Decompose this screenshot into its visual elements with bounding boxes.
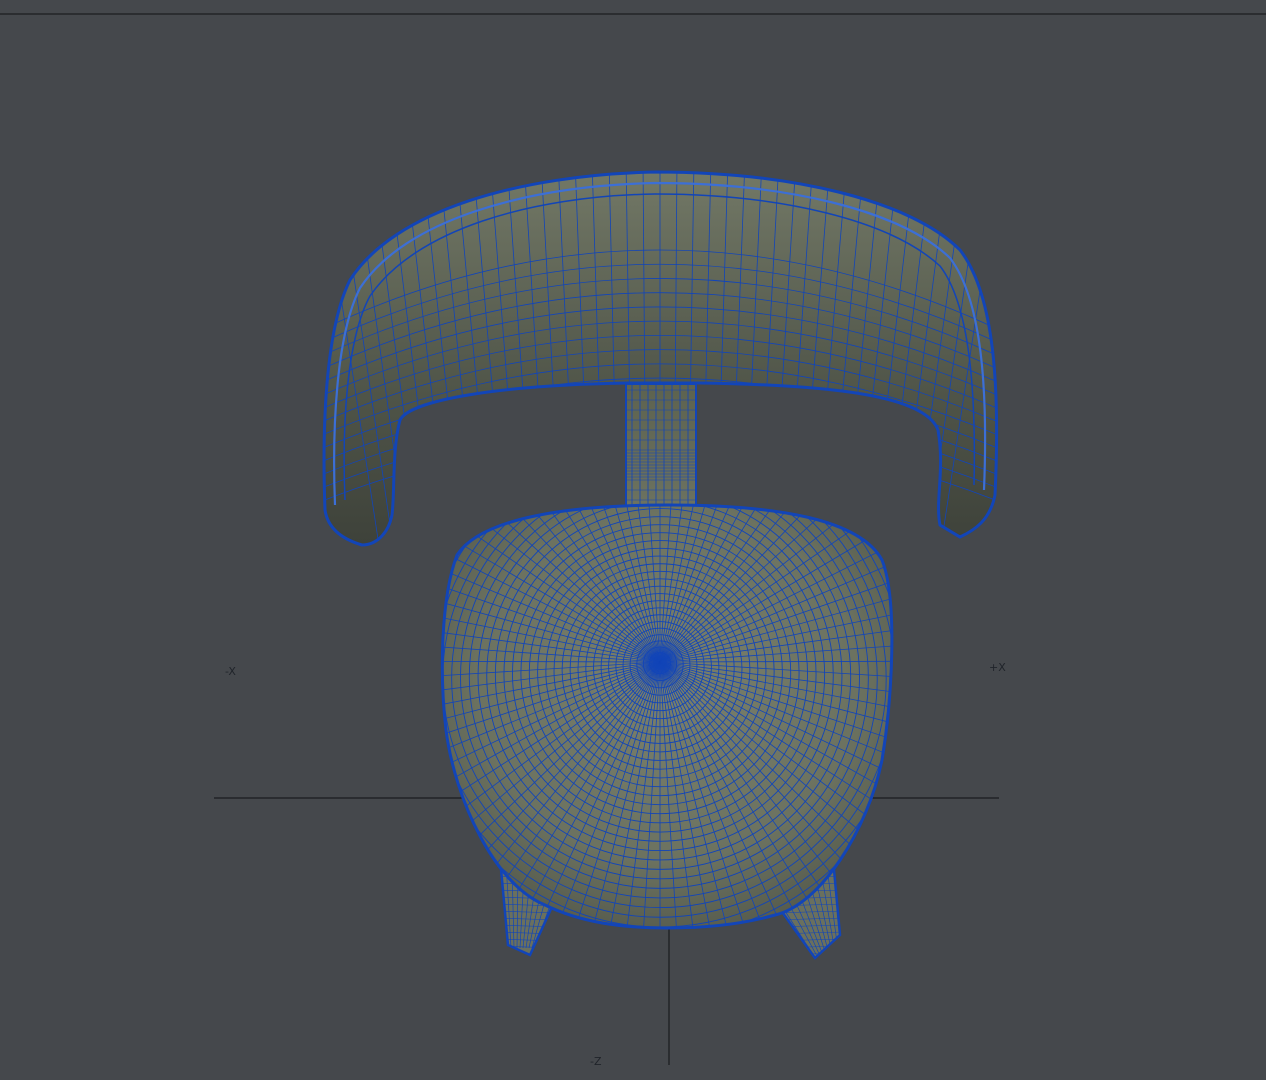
viewport-scene[interactable] [0, 0, 1266, 1080]
3d-viewport[interactable]: -X +X -Z [0, 0, 1266, 1080]
pos-x-axis-label: +X [989, 661, 1006, 674]
neg-x-axis-label: -X [225, 665, 236, 678]
neg-z-axis-label: -Z [590, 1055, 602, 1068]
chair-back-stem[interactable] [625, 383, 697, 507]
